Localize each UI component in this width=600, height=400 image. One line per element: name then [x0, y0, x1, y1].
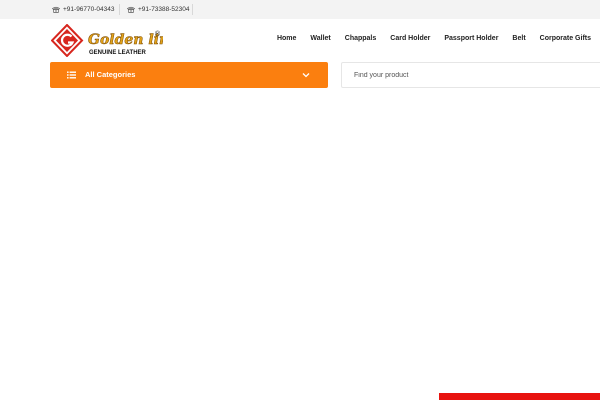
- registered-mark: ®: [155, 30, 161, 38]
- logo-emblem-icon: [51, 24, 84, 57]
- nav-item-home[interactable]: Home: [277, 35, 296, 42]
- search-input[interactable]: [342, 63, 600, 87]
- main-nav: Home Wallet Chappals Card Holder Passpor…: [277, 35, 591, 42]
- nav-item-chappals[interactable]: Chappals: [345, 35, 377, 42]
- logo-tagline: GENUINE LEATHER: [89, 50, 147, 56]
- nav-item-passport-holder[interactable]: Passport Holder: [444, 35, 498, 42]
- phone-number: +91-73388-52304: [138, 6, 190, 13]
- phone-contact-1[interactable]: +91-96770-04343: [52, 0, 115, 19]
- phone-icon: [52, 6, 60, 13]
- divider: [119, 4, 120, 15]
- chevron-down-icon: [302, 73, 310, 78]
- nav-item-belt[interactable]: Belt: [512, 35, 525, 42]
- nav-item-wallet[interactable]: Wallet: [310, 35, 330, 42]
- phone-contact-2[interactable]: +91-73388-52304: [127, 0, 190, 19]
- divider: [192, 4, 193, 15]
- top-contact-bar: +91-96770-04343 +91-73388-52304: [0, 0, 600, 19]
- all-categories-label: All Categories: [85, 70, 136, 79]
- nav-item-corporate-gifts[interactable]: Corporate Gifts: [540, 35, 591, 42]
- footer-red-strip: [439, 393, 600, 400]
- all-categories-dropdown[interactable]: All Categories: [50, 62, 328, 88]
- site-logo[interactable]: Golden line ® GENUINE LEATHER: [51, 24, 163, 57]
- list-icon: [67, 71, 76, 79]
- search-box: [341, 62, 600, 88]
- phone-number: +91-96770-04343: [63, 6, 115, 13]
- nav-item-card-holder[interactable]: Card Holder: [390, 35, 430, 42]
- logo-brand-text: Golden line: [88, 32, 163, 48]
- phone-icon: [127, 6, 135, 13]
